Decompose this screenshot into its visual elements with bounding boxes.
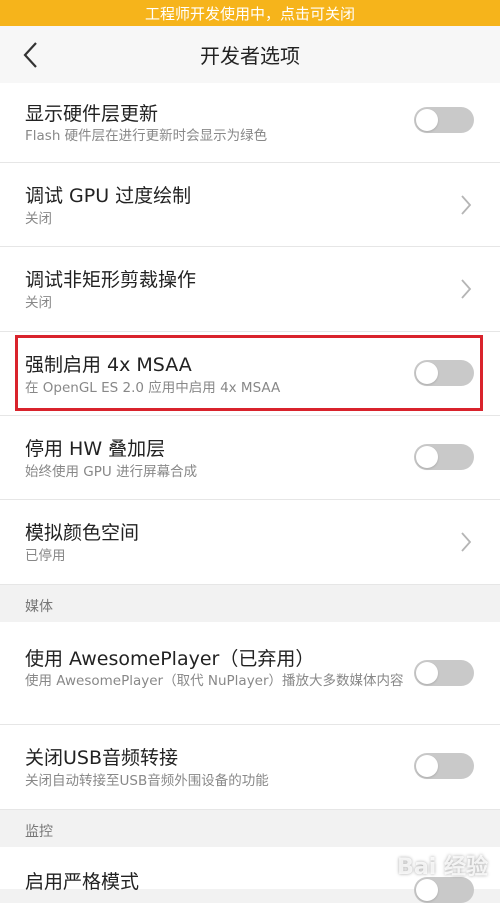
toggle-knob bbox=[416, 755, 438, 777]
section-label: 媒体 bbox=[25, 599, 53, 615]
section-header-monitor: 监控 bbox=[0, 811, 500, 847]
setting-subtitle: 始终使用 GPU 进行屏幕合成 bbox=[25, 464, 198, 480]
toggle-switch[interactable] bbox=[414, 753, 474, 779]
setting-simulate-color-space[interactable]: 模拟颜色空间 已停用 bbox=[0, 500, 500, 585]
setting-title: 模拟颜色空间 bbox=[25, 522, 140, 544]
banner-text: 工程师开发使用中，点击可关闭 bbox=[144, 4, 355, 23]
setting-use-awesomeplayer[interactable]: 使用 AwesomePlayer（已弃用） 使用 AwesomePlayer（取… bbox=[0, 622, 500, 725]
setting-force-4x-msaa[interactable]: 强制启用 4x MSAA 在 OpenGL ES 2.0 应用中启用 4x MS… bbox=[0, 332, 500, 416]
toggle-knob bbox=[416, 446, 438, 468]
setting-title: 强制启用 4x MSAA bbox=[25, 354, 192, 376]
toggle-switch[interactable] bbox=[414, 107, 474, 133]
setting-title: 调试 GPU 过度绘制 bbox=[25, 185, 192, 207]
setting-subtitle: 在 OpenGL ES 2.0 应用中启用 4x MSAA bbox=[25, 380, 281, 396]
setting-title: 调试非矩形剪裁操作 bbox=[25, 269, 197, 291]
setting-subtitle: 关闭 bbox=[25, 211, 52, 227]
setting-title: 启用严格模式 bbox=[25, 871, 140, 893]
section-header-media: 媒体 bbox=[0, 586, 500, 622]
setting-title: 显示硬件层更新 bbox=[25, 103, 159, 125]
chevron-right-icon bbox=[461, 195, 472, 215]
setting-disable-hw-overlays[interactable]: 停用 HW 叠加层 始终使用 GPU 进行屏幕合成 bbox=[0, 416, 500, 500]
setting-title: 关闭USB音频转接 bbox=[25, 747, 179, 769]
setting-title: 停用 HW 叠加层 bbox=[25, 438, 166, 460]
setting-subtitle: 关闭自动转接至USB音频外围设备的功能 bbox=[25, 773, 269, 789]
toggle-switch[interactable] bbox=[414, 444, 474, 470]
toggle-knob bbox=[416, 662, 438, 684]
chevron-right-icon bbox=[461, 279, 472, 299]
page-title: 开发者选项 bbox=[200, 44, 300, 68]
setting-show-hw-layer-updates[interactable]: 显示硬件层更新 Flash 硬件层在进行更新时会显示为绿色 bbox=[0, 83, 500, 163]
setting-subtitle: 关闭 bbox=[25, 295, 52, 311]
toggle-knob bbox=[416, 109, 438, 131]
app-header: 开发者选项 bbox=[0, 26, 500, 84]
watermark-logo: Bai 经验 bbox=[397, 855, 488, 880]
toggle-knob bbox=[416, 879, 438, 901]
setting-title: 使用 AwesomePlayer（已弃用） bbox=[25, 648, 315, 670]
chevron-right-icon bbox=[461, 532, 472, 552]
toggle-switch[interactable] bbox=[414, 360, 474, 386]
setting-subtitle: 使用 AwesomePlayer（取代 NuPlayer）播放大多数媒体内容 bbox=[25, 673, 404, 689]
setting-subtitle: 已停用 bbox=[25, 548, 66, 564]
setting-debug-gpu-overdraw[interactable]: 调试 GPU 过度绘制 关闭 bbox=[0, 163, 500, 247]
setting-subtitle: Flash 硬件层在进行更新时会显示为绿色 bbox=[25, 128, 268, 144]
setting-disable-usb-audio-routing[interactable]: 关闭USB音频转接 关闭自动转接至USB音频外围设备的功能 bbox=[0, 725, 500, 810]
toggle-switch[interactable] bbox=[414, 660, 474, 686]
section-label: 监控 bbox=[25, 824, 53, 840]
toggle-knob bbox=[416, 362, 438, 384]
setting-debug-non-rect-clip[interactable]: 调试非矩形剪裁操作 关闭 bbox=[0, 247, 500, 332]
developer-mode-banner[interactable]: 工程师开发使用中，点击可关闭 bbox=[0, 0, 500, 26]
